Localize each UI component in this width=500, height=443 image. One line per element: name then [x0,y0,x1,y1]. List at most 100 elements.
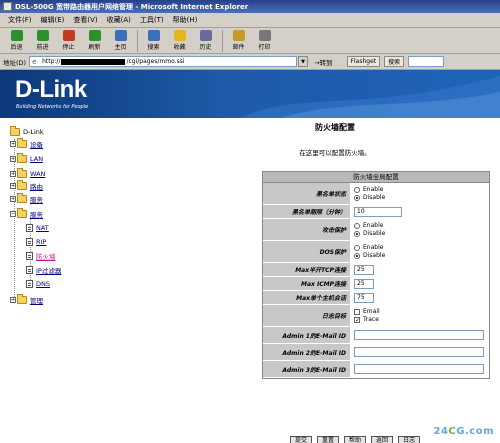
form-button[interactable]: 日志 [398,436,421,443]
value-input[interactable]: 25 [354,278,374,289]
tree-item[interactable]: + 设备 [10,138,43,149]
row-label: Max单个主机会话 [263,291,351,304]
back-icon [10,30,23,41]
flashget-link[interactable]: Flashget [346,56,381,67]
tree-item[interactable]: 防火墙 [26,251,56,261]
radio-label: Disable [363,230,386,237]
value-input[interactable]: 25 [354,264,374,275]
toolbar-button[interactable]: 后退 [4,30,29,51]
menu-item[interactable]: 编辑(E) [41,15,65,25]
checkbox-option-email[interactable]: Email [354,308,489,316]
tree-item[interactable]: + WAN [10,168,45,179]
expand-icon[interactable]: + [10,171,16,177]
expand-icon[interactable]: + [10,156,16,162]
toolbar-button[interactable]: 历史 [193,30,218,51]
radio-button[interactable] [354,222,360,229]
tree-item[interactable]: + 服务 [10,193,43,204]
radio-label: Enable [363,244,384,251]
favorites-icon [173,30,186,41]
toolbar-button[interactable]: 刷新 [82,30,107,51]
address-bar: 地址(D) e http:// /cgi/pages/mmo.ssi ▼ →转到… [0,54,500,70]
tree-item[interactable]: − 服务 [10,208,43,219]
toolbar-button[interactable]: 邮件 [226,30,251,51]
row-label: Admin 2的E-Mail ID [263,344,351,360]
menu-item[interactable]: 查看(V) [73,15,97,25]
tree-item[interactable]: NAT [26,223,49,233]
dlink-banner: D-Link Building Networks for People [0,70,500,118]
toolbar-button[interactable]: 主页 [108,30,133,51]
value-input[interactable]: 10 [354,206,402,217]
row-label: DOS保护 [263,241,351,262]
menu-item[interactable]: 文件(F) [8,15,32,25]
tree-item-label: 管理 [30,297,43,305]
toolbar-button-label: 搜索 [147,44,160,51]
folder-icon [17,208,27,218]
radio-option-enable[interactable]: Enable [354,222,489,230]
table-row: Admin 1的E-Mail ID [263,327,489,344]
expand-icon[interactable]: + [10,183,16,189]
toolbar-button[interactable]: 前进 [30,30,55,51]
tree-item-label: 防火墙 [36,253,56,261]
toolbar-button[interactable]: 搜索 [141,30,166,51]
tree-item-label: D-Link [23,128,44,136]
tree-item[interactable]: IP过滤器 [26,265,61,275]
refresh-icon [88,30,101,41]
window-title: DSL-500G 宽带路由器用户网络管理 - Microsoft Interne… [15,2,249,11]
radio-button[interactable] [354,230,360,237]
toolbar-search-input[interactable] [408,56,445,67]
links-area: Flashget 搜索 [346,56,445,67]
email-field[interactable] [354,364,484,374]
expand-icon[interactable]: + [10,141,16,147]
address-dropdown-button[interactable]: ▼ [298,56,309,67]
dlink-tagline: Building Networks for People [16,104,89,110]
form-button[interactable]: 返回 [371,436,394,443]
folder-icon [17,138,27,148]
collapse-icon[interactable]: − [10,211,16,217]
form-button[interactable]: 提交 [290,436,313,443]
menu-item[interactable]: 收藏(A) [107,15,131,25]
radio-option-disable[interactable]: Disable [354,252,489,260]
banner-wave-graphic [240,76,500,118]
radio-button[interactable] [354,194,360,201]
toolbar-button-label: 停止 [62,44,75,51]
form-button[interactable]: 帮助 [344,436,367,443]
menu-item[interactable]: 工具(T) [140,15,164,25]
email-field[interactable] [354,347,484,357]
tree-item[interactable]: + 路由 [10,180,43,191]
tree-item[interactable]: + LAN [10,153,43,164]
radio-button[interactable] [354,186,360,193]
radio-option-disable[interactable]: Disable [354,194,489,202]
row-value [351,361,489,377]
toolbar-button-label: 邮件 [232,44,245,51]
table-row: DOS保护 Enable Disable [263,241,489,263]
row-value: Enable Disable [351,241,489,262]
checkbox[interactable] [354,308,360,315]
ie-page-icon: e [32,58,37,66]
form-button[interactable]: 重置 [317,436,340,443]
expand-icon[interactable]: + [10,196,16,202]
go-button[interactable]: →转到 [314,57,332,67]
radio-button[interactable] [354,244,360,251]
folder-icon [17,153,27,163]
toolbar-button[interactable]: 打印 [252,30,277,51]
checkbox-option-trace[interactable]: ✓ Trace [354,316,489,324]
radio-option-enable[interactable]: Enable [354,244,489,252]
radio-option-enable[interactable]: Enable [354,186,489,194]
tree-item[interactable]: RIP [26,237,46,247]
menu-item[interactable]: 帮助(H) [173,15,198,25]
toolbar-button[interactable]: 收藏 [167,30,192,51]
tree-item[interactable]: + 管理 [10,294,43,305]
value-input[interactable]: 75 [354,292,374,303]
address-input[interactable]: e http:// /cgi/pages/mmo.ssi [29,56,298,67]
email-field[interactable] [354,330,484,340]
radio-button[interactable] [354,252,360,259]
search-link[interactable]: 搜索 [384,56,405,67]
toolbar-button[interactable]: 停止 [56,30,81,51]
checkbox[interactable]: ✓ [354,316,360,323]
checkbox-label: Trace [363,316,379,323]
radio-option-disable[interactable]: Disable [354,230,489,238]
expand-icon[interactable]: + [10,297,16,303]
form-buttons: 提交 重置 帮助 返回 日志 [290,436,425,443]
tree-item[interactable]: DNS [26,279,50,289]
tree-item[interactable]: D-Link [10,126,44,137]
